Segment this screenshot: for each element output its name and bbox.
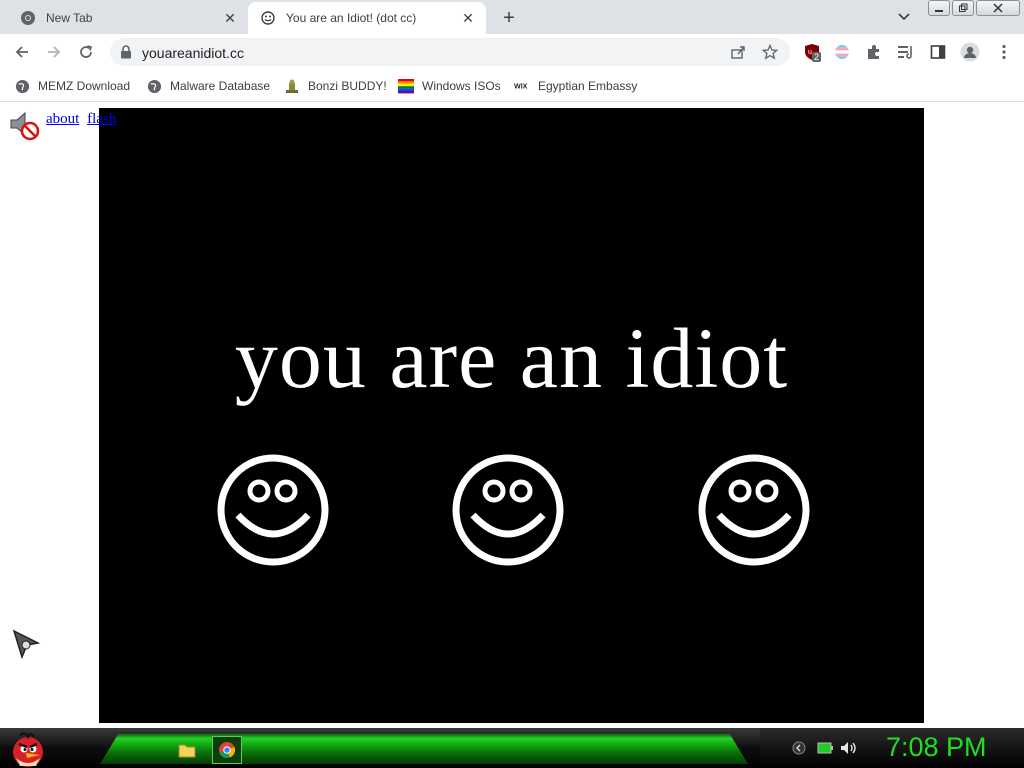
taskbar: 7:08 PM: [0, 728, 1024, 768]
smiley-icon: [452, 454, 564, 566]
svg-text:WIX: WIX: [514, 83, 528, 91]
wix-icon: WIX: [514, 78, 530, 94]
media-controls-icon[interactable]: [896, 42, 916, 62]
tab-title: You are an Idiot! (dot cc): [286, 11, 417, 25]
page-links: about flash: [46, 111, 120, 128]
flash-link[interactable]: flash: [87, 111, 116, 127]
url-text[interactable]: youareanidiot.cc: [142, 45, 244, 61]
reload-button[interactable]: [74, 40, 98, 64]
close-tab-icon[interactable]: ✕: [220, 8, 240, 28]
chrome-icon: [219, 742, 236, 759]
bookmark-star-icon[interactable]: [760, 42, 780, 62]
tab-you-are-an-idiot[interactable]: You are an Idiot! (dot cc) ✕: [248, 2, 486, 34]
menu-kebab-icon[interactable]: [994, 42, 1014, 62]
bookmark-label: Bonzi BUDDY!: [308, 79, 387, 93]
page-headline: you are an idiot: [234, 310, 789, 406]
tray-chevron-icon[interactable]: [790, 740, 808, 756]
smiley-icon: [698, 454, 810, 566]
bookmark-label: MEMZ Download: [38, 79, 131, 93]
bookmarks-bar: MEMZ Download Malware Database Bonzi BUD…: [0, 70, 1024, 102]
restore-button[interactable]: [952, 0, 974, 16]
tab-title: New Tab: [46, 11, 93, 25]
bookmark-egyptian-embassy[interactable]: WIX Egyptian Embassy: [514, 76, 637, 96]
side-panel-icon[interactable]: [928, 42, 948, 62]
volume-icon[interactable]: [840, 740, 858, 756]
profile-avatar-icon[interactable]: [960, 42, 980, 62]
ublock-origin-icon[interactable]: u 2: [802, 42, 822, 62]
tab-strip: New Tab ✕ You are an Idiot! (dot cc) ✕ +: [0, 0, 1024, 34]
taskbar-clock[interactable]: 7:08 PM: [886, 732, 987, 763]
ublock-badge: 2: [812, 52, 822, 62]
chrome-icon: [20, 10, 36, 26]
back-button[interactable]: [10, 40, 34, 64]
taskbar-chrome[interactable]: [212, 736, 242, 764]
globe-icon: [14, 78, 30, 94]
bookmark-label: Malware Database: [170, 79, 271, 93]
new-tab-button[interactable]: +: [497, 6, 521, 30]
taskbar-file-explorer[interactable]: [172, 736, 202, 764]
tab-search-chevron-icon[interactable]: [894, 8, 914, 26]
trans-flag-extension-icon[interactable]: [832, 42, 852, 62]
folder-icon: [178, 744, 196, 758]
bookmark-windows-isos[interactable]: Windows ISOs: [398, 76, 501, 96]
share-icon[interactable]: [728, 42, 748, 62]
extensions-puzzle-icon[interactable]: [864, 42, 884, 62]
bookmark-bonzi-buddy[interactable]: Bonzi BUDDY!: [284, 76, 387, 96]
bonzi-icon: [284, 78, 300, 94]
bookmark-label: Windows ISOs: [422, 79, 501, 93]
tab-new-tab[interactable]: New Tab ✕: [8, 2, 248, 34]
battery-icon[interactable]: [816, 740, 834, 756]
minimize-button[interactable]: [928, 0, 950, 16]
lock-icon[interactable]: [120, 45, 132, 59]
bookmark-malware-database[interactable]: Malware Database: [146, 76, 270, 96]
smiley-icon: [217, 454, 329, 566]
windows-flag-icon: [398, 78, 414, 94]
forward-button[interactable]: [42, 40, 66, 64]
close-tab-icon[interactable]: ✕: [458, 8, 478, 28]
globe-icon: [146, 78, 162, 94]
browser-toolbar: youareanidiot.cc u 2: [0, 34, 1024, 70]
about-link[interactable]: about: [46, 111, 79, 127]
window-controls: [928, 0, 1020, 18]
cursor-icon: [12, 629, 41, 660]
address-bar[interactable]: youareanidiot.cc: [110, 38, 790, 66]
smiley-icon: [260, 10, 276, 26]
flash-stage: you are an idiot: [99, 108, 924, 723]
bookmark-memz-download[interactable]: MEMZ Download: [14, 76, 130, 96]
bookmark-label: Egyptian Embassy: [538, 79, 638, 93]
page-content: you are an idiot about flash: [0, 103, 1024, 728]
close-window-button[interactable]: [976, 0, 1020, 16]
mute-speaker-icon[interactable]: [8, 109, 40, 141]
angry-bird-start-icon[interactable]: [6, 728, 48, 768]
